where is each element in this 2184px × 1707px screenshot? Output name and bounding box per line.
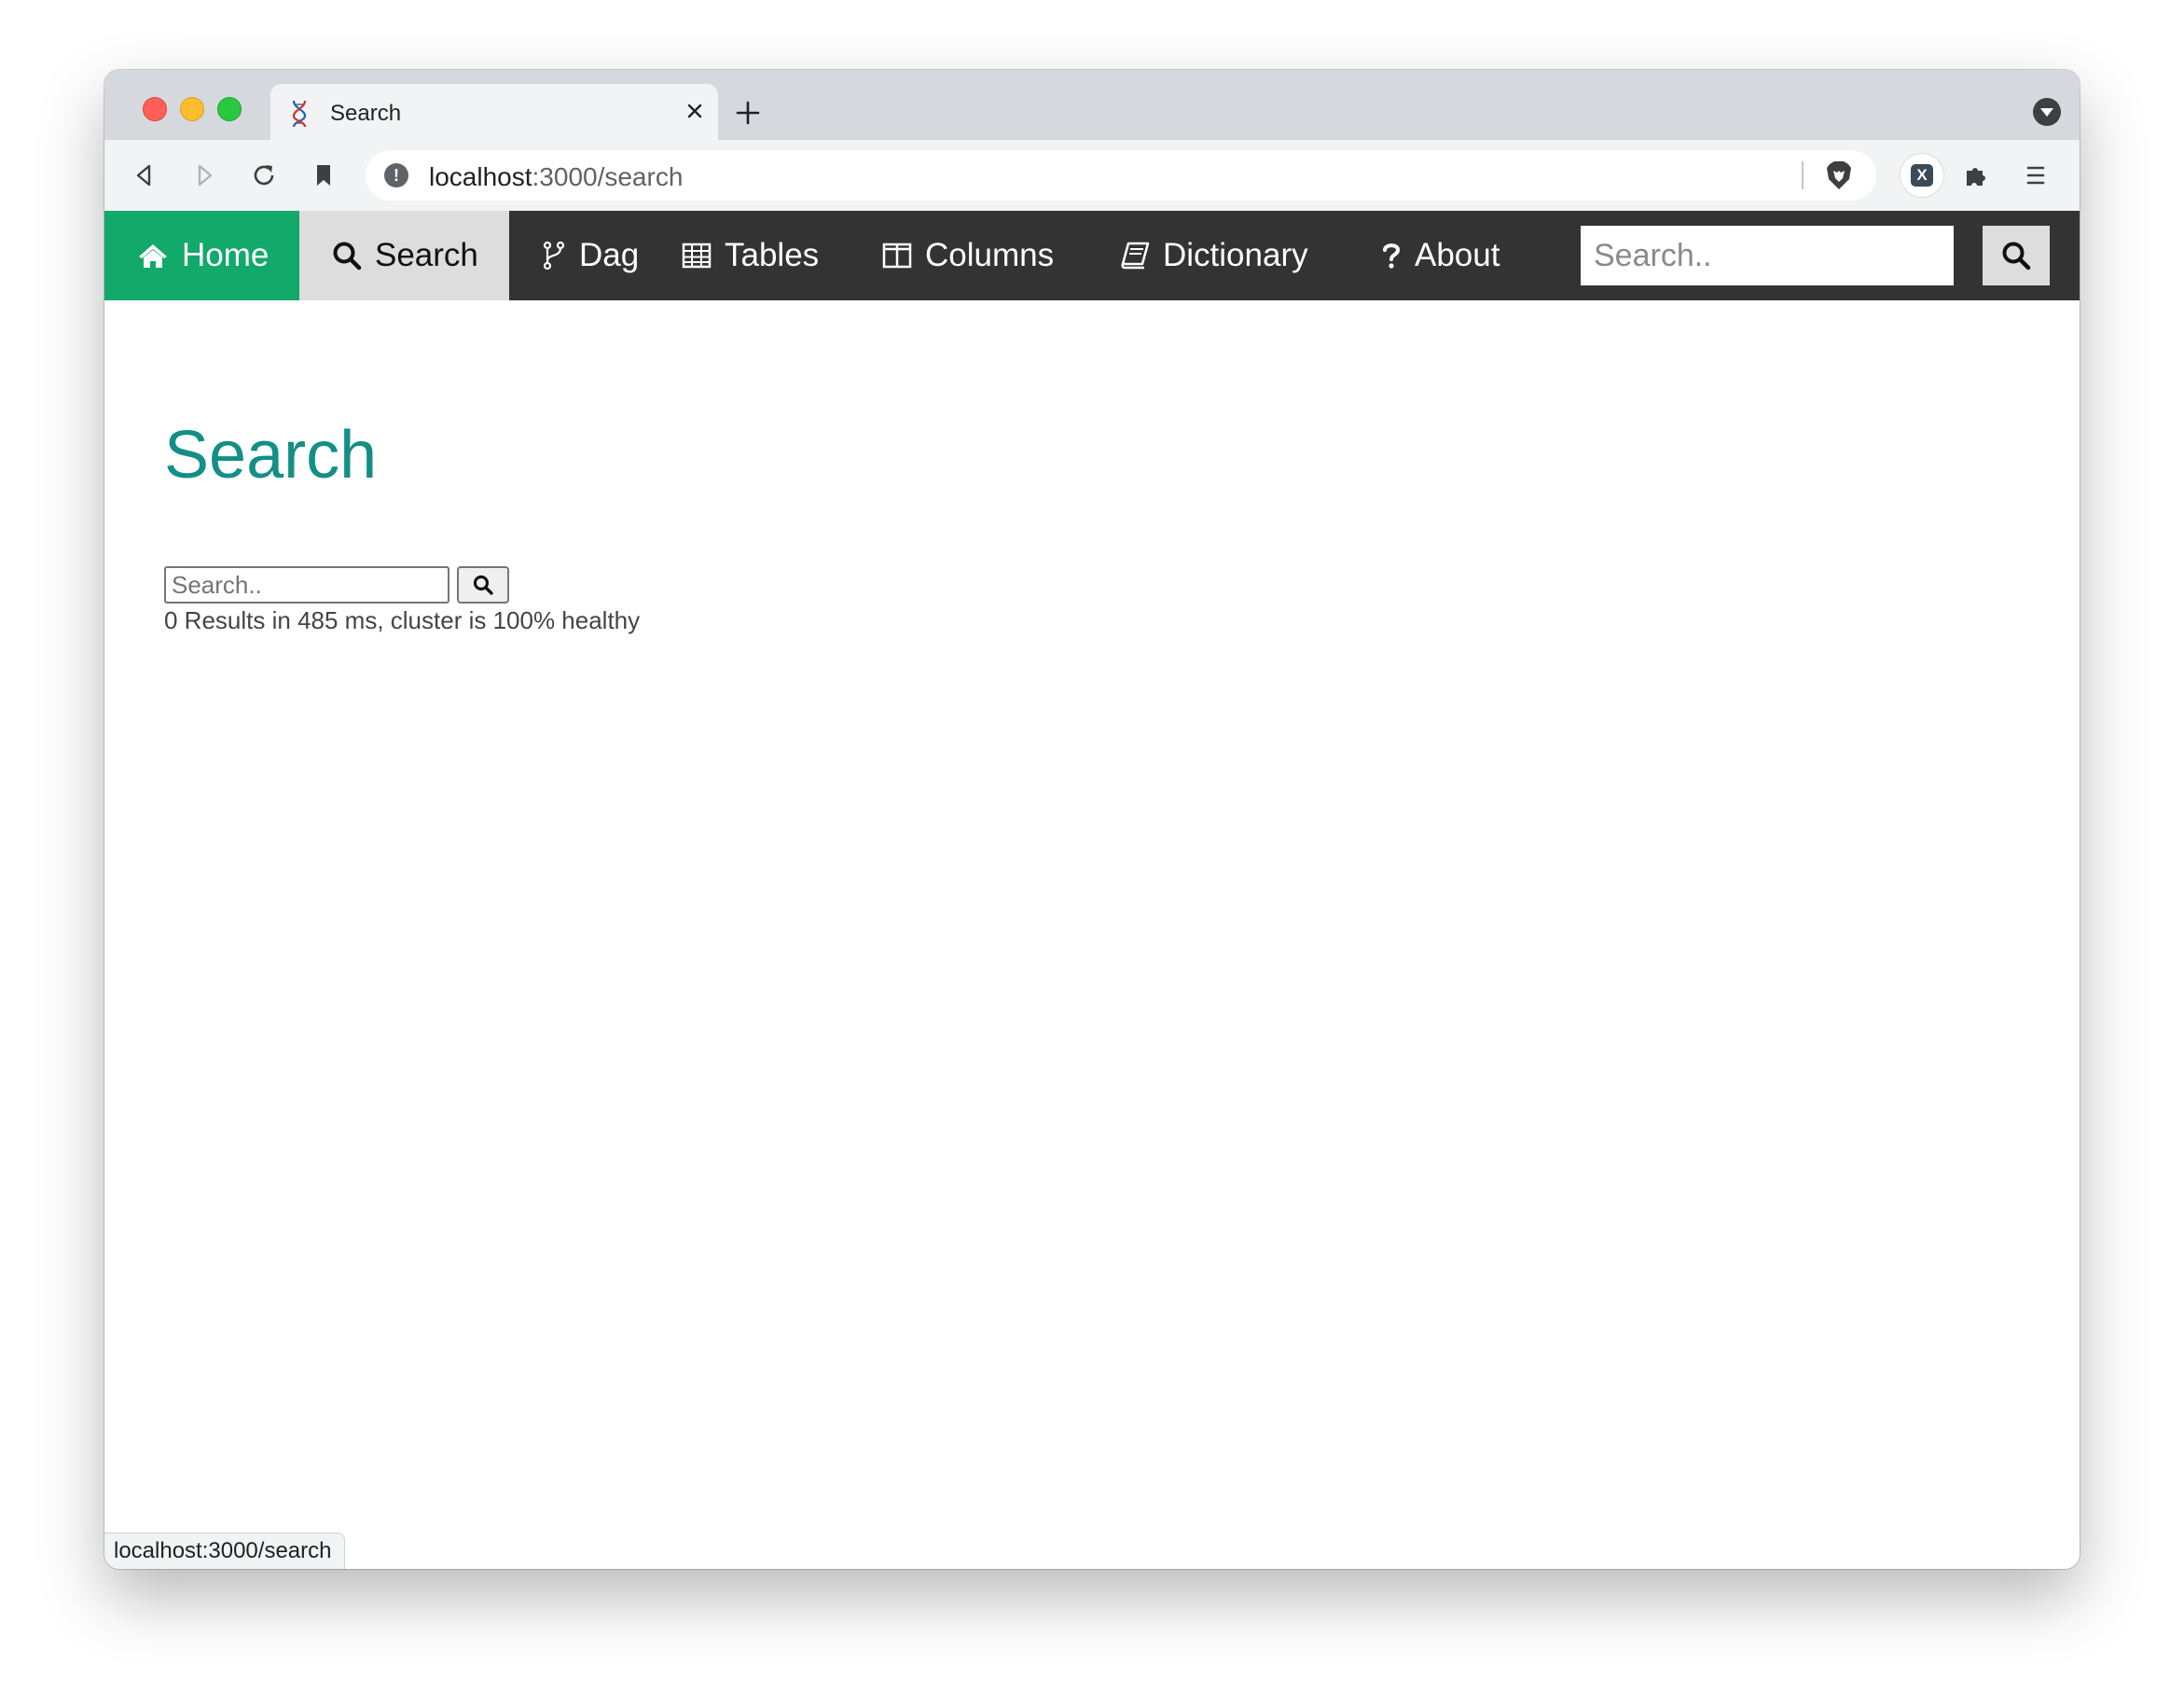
- book-icon: [1121, 242, 1150, 270]
- browser-toolbar: ! localhost:3000/search X: [104, 140, 2080, 211]
- home-icon: [139, 244, 167, 268]
- columns-icon: [882, 243, 912, 269]
- nav-search-label: Search: [375, 237, 478, 273]
- menu-icon[interactable]: [2022, 161, 2050, 189]
- nav-about-label: About: [1415, 237, 1500, 273]
- tab-search-button[interactable]: [2033, 98, 2061, 126]
- nav-dag-label: Dag: [579, 237, 640, 273]
- brave-shield-icon[interactable]: [1822, 159, 1856, 192]
- url-host: localhost: [429, 162, 532, 191]
- back-icon[interactable]: [131, 161, 159, 189]
- browser-window: Search ! localhost:3000/search X Home Se…: [104, 70, 2080, 1569]
- bookmark-icon[interactable]: [310, 161, 338, 189]
- table-icon: [682, 243, 712, 269]
- reload-icon[interactable]: [250, 161, 278, 189]
- new-tab-icon[interactable]: [733, 98, 763, 128]
- search-icon: [333, 242, 362, 271]
- search-icon: [2002, 242, 2031, 271]
- window-maximize-button[interactable]: [217, 97, 242, 121]
- address-bar[interactable]: ! localhost:3000/search: [366, 150, 1876, 201]
- tab-title: Search: [330, 101, 402, 126]
- navbar: Home Search Dag Tables Columns Dictionar…: [104, 211, 2080, 300]
- results-summary: 0 Results in 485 ms, cluster is 100% hea…: [164, 606, 641, 634]
- forward-icon[interactable]: [190, 161, 218, 189]
- dna-icon: [292, 100, 307, 128]
- nav-home-label: Home: [182, 237, 270, 273]
- nav-dictionary[interactable]: Dictionary: [1087, 211, 1348, 300]
- extension-icon: X: [1911, 164, 1933, 187]
- address-divider: [1802, 161, 1804, 189]
- browser-tab[interactable]: Search: [270, 84, 718, 140]
- nav-dag[interactable]: Dag: [509, 211, 649, 300]
- url-path: :3000/search: [532, 162, 684, 191]
- branch-icon: [543, 241, 565, 271]
- web-page: Home Search Dag Tables Columns Dictionar…: [104, 211, 2080, 1569]
- address-url: localhost:3000/search: [429, 162, 683, 192]
- nav-columns[interactable]: Columns: [850, 211, 1087, 300]
- nav-home[interactable]: Home: [104, 211, 299, 300]
- extension-button[interactable]: X: [1901, 154, 1943, 197]
- question-icon: [1383, 243, 1401, 269]
- nav-about[interactable]: About: [1348, 211, 1500, 300]
- window-close-button[interactable]: [143, 97, 167, 121]
- status-bar: localhost:3000/search: [104, 1533, 346, 1569]
- info-icon[interactable]: !: [384, 163, 408, 187]
- nav-columns-label: Columns: [925, 237, 1055, 273]
- puzzle-icon[interactable]: [1962, 161, 1990, 189]
- window-minimize-button[interactable]: [180, 97, 204, 121]
- navbar-search-button[interactable]: [1983, 226, 2050, 285]
- chevron-down-icon: [2040, 108, 2053, 117]
- tab-strip: Search: [104, 70, 2080, 140]
- nav-tables-label: Tables: [725, 237, 820, 273]
- nav-tables[interactable]: Tables: [649, 211, 850, 300]
- nav-search[interactable]: Search: [299, 211, 509, 300]
- search-icon: [473, 575, 493, 595]
- search-button[interactable]: [457, 566, 509, 604]
- page-title: Search: [164, 418, 378, 493]
- close-icon[interactable]: [681, 97, 709, 125]
- nav-dictionary-label: Dictionary: [1163, 237, 1308, 273]
- search-input[interactable]: [164, 566, 449, 604]
- navbar-search-input[interactable]: [1581, 226, 1954, 285]
